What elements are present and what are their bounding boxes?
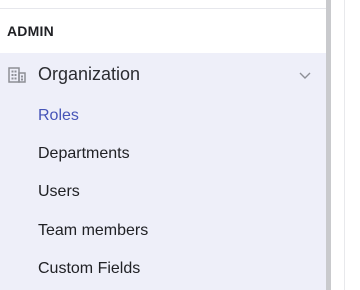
organization-group-header[interactable]: Organization bbox=[0, 53, 326, 97]
organization-group: Organization Roles Departments Users Tea… bbox=[0, 53, 326, 290]
sidebar-item-roles[interactable]: Roles bbox=[38, 107, 79, 125]
admin-sidebar: ADMIN Organization Roles Departments Use… bbox=[0, 0, 326, 290]
sidebar-scrollbar[interactable] bbox=[326, 0, 331, 290]
sidebar-item-users[interactable]: Users bbox=[38, 183, 80, 201]
top-divider bbox=[0, 8, 326, 9]
sidebar-item-departments[interactable]: Departments bbox=[38, 145, 130, 163]
organization-group-title: Organization bbox=[38, 64, 141, 84]
sidebar-item-team-members[interactable]: Team members bbox=[38, 222, 148, 240]
screen: ADMIN Organization Roles Departments Use… bbox=[0, 0, 360, 290]
section-heading-admin: ADMIN bbox=[7, 23, 54, 39]
building-icon bbox=[8, 66, 26, 84]
sidebar-item-custom-fields[interactable]: Custom Fields bbox=[38, 260, 140, 278]
chevron-down-icon[interactable] bbox=[298, 68, 312, 82]
content-edge-divider bbox=[344, 0, 345, 290]
